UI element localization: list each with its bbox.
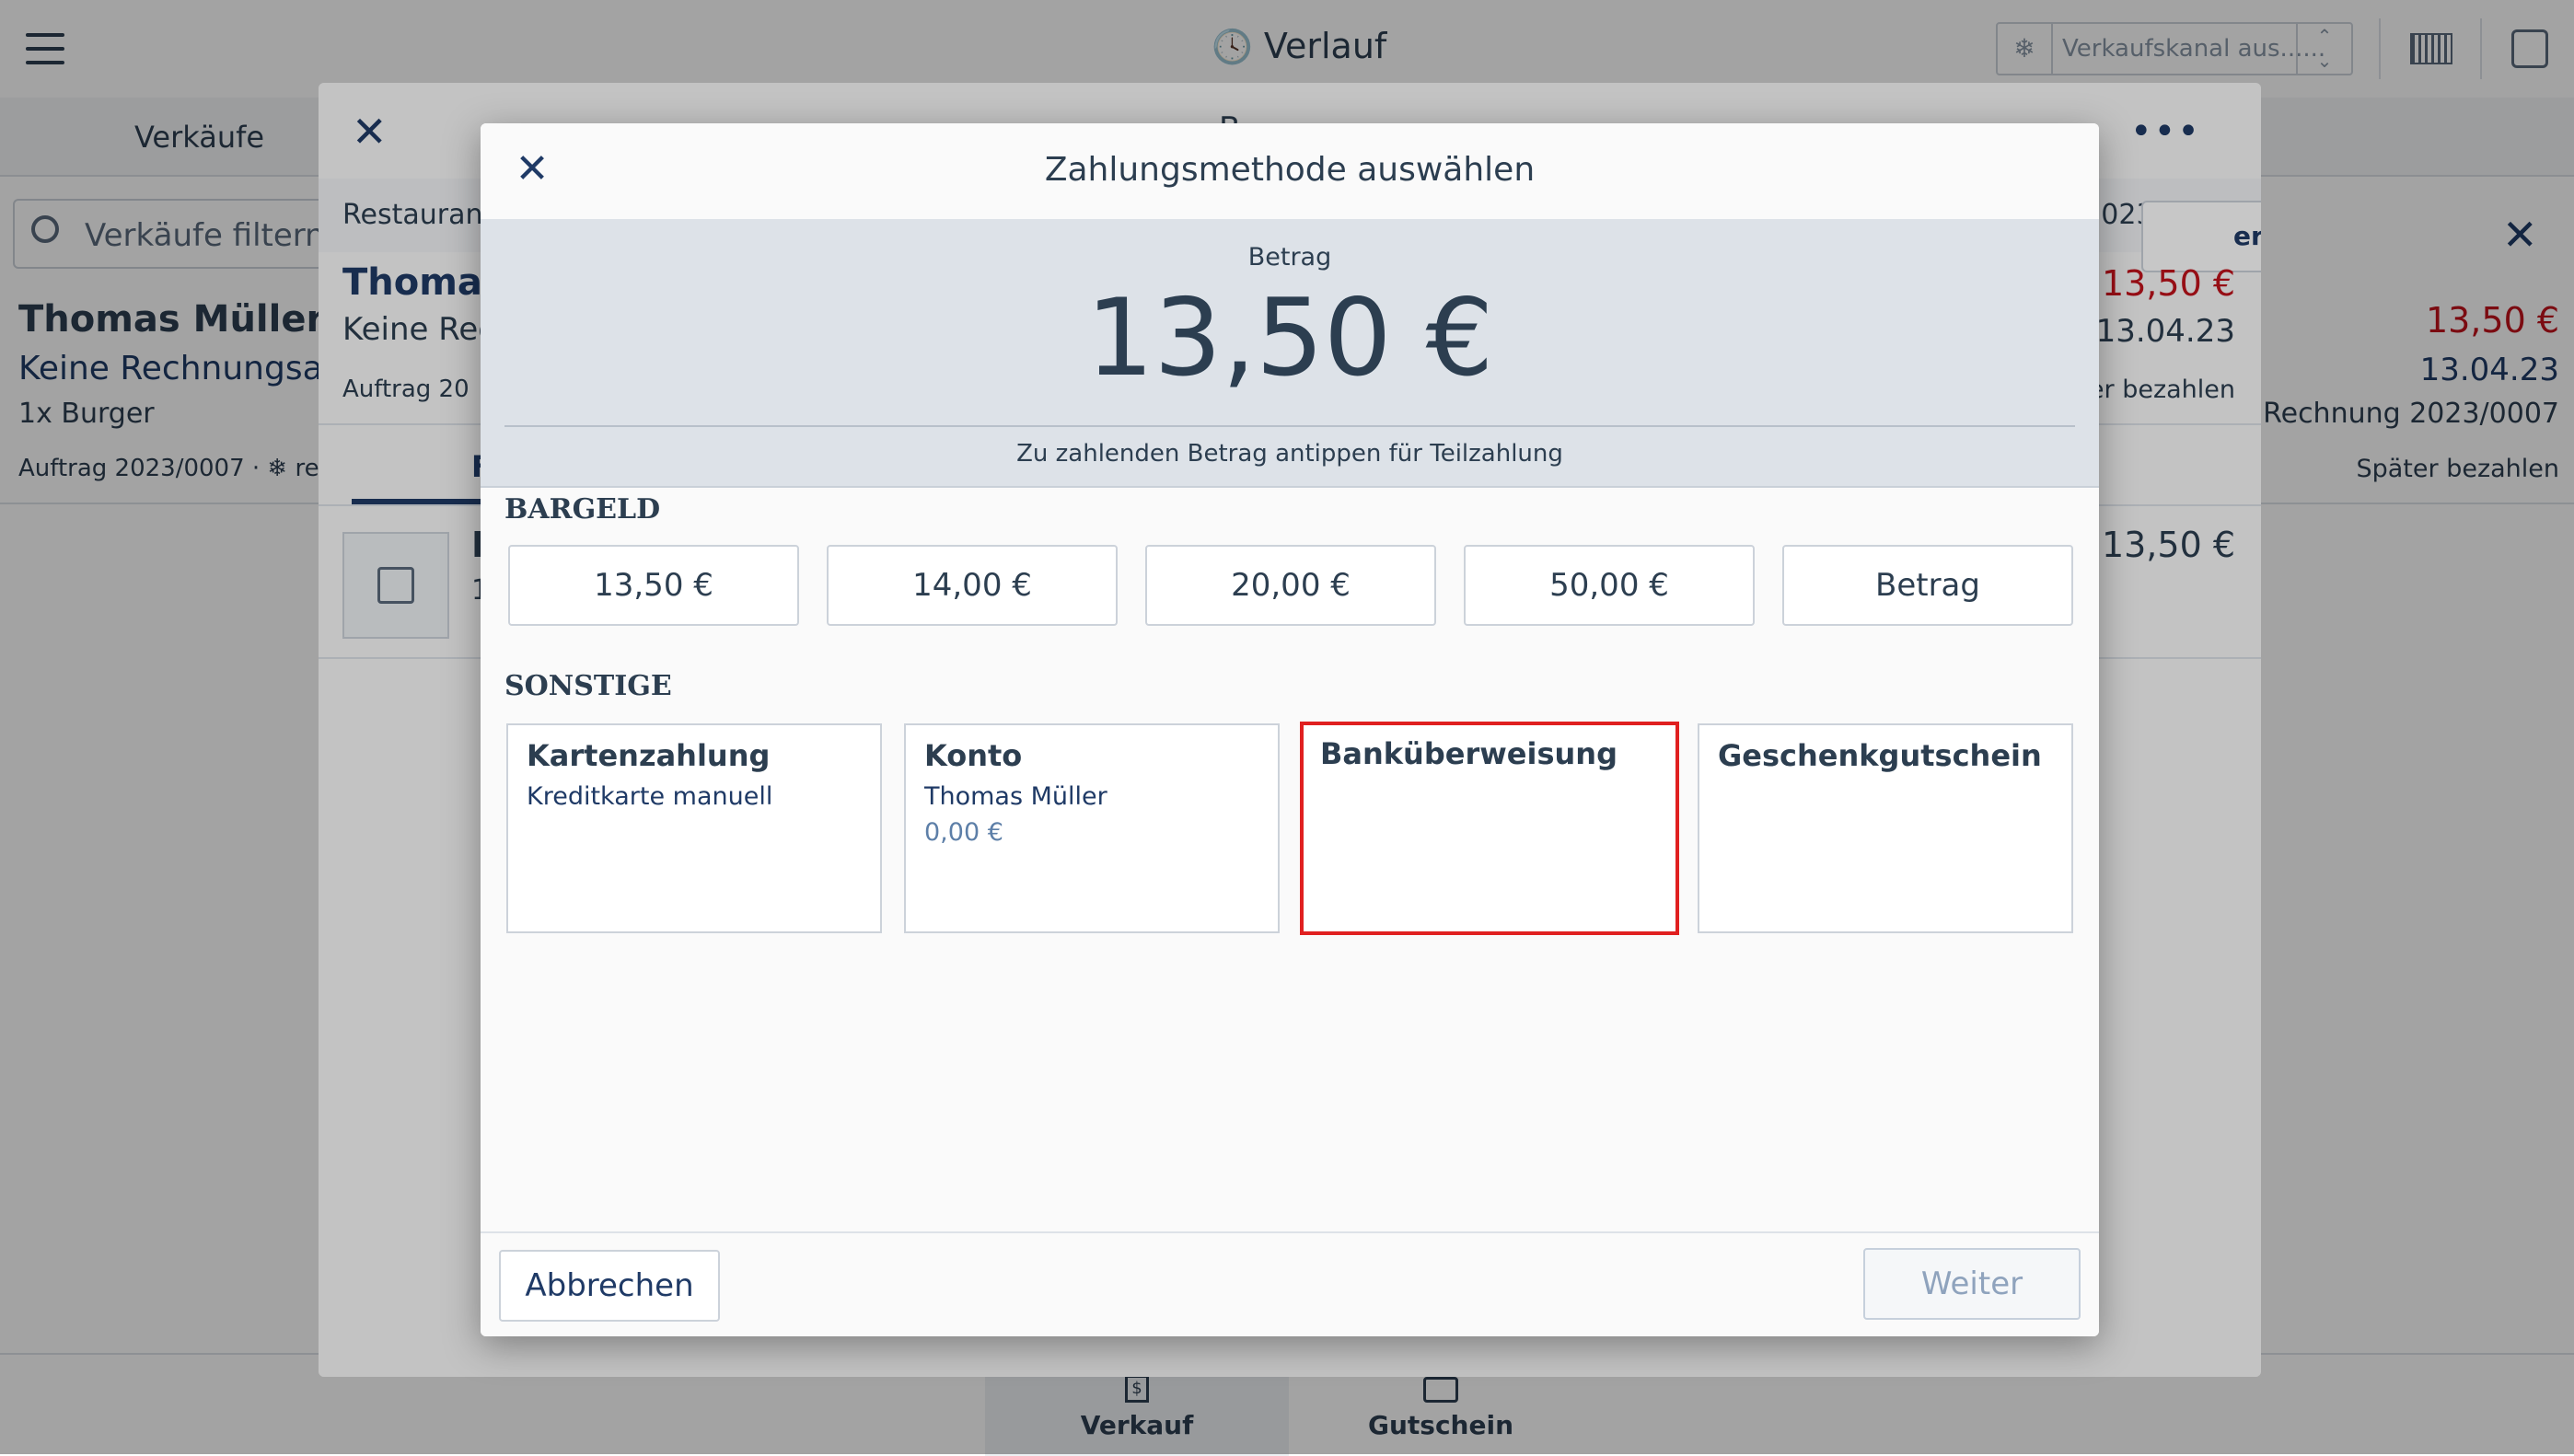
method-title: Geschenkgutschein	[1718, 738, 2042, 773]
payment-method-modal: ✕ Zahlungsmethode auswählen Betrag 13,50…	[481, 123, 2099, 1336]
amount-label: Betrag	[1247, 243, 1332, 272]
modal-title: Zahlungsmethode auswählen	[1044, 151, 1536, 189]
cash-section-title: BARGELD	[504, 493, 661, 526]
cash-custom-amount-button[interactable]: Betrag	[1782, 545, 2073, 626]
modal-footer: Abbrechen Weiter	[481, 1231, 2099, 1336]
method-card-account[interactable]: Konto Thomas Müller 0,00 €	[904, 723, 1280, 933]
method-subtitle: Thomas Müller	[924, 782, 1107, 811]
partial-payment-hint: Zu zahlenden Betrag antippen für Teilzah…	[1016, 440, 1563, 468]
method-title: Banküberweisung	[1320, 736, 1617, 771]
cancel-button[interactable]: Abbrechen	[499, 1250, 720, 1322]
method-title: Konto	[924, 738, 1023, 773]
method-title: Kartenzahlung	[527, 738, 771, 773]
method-subtitle: Kreditkarte manuell	[527, 782, 773, 811]
modal-header: ✕ Zahlungsmethode auswählen	[481, 123, 2099, 221]
next-button[interactable]: Weiter	[1863, 1248, 2081, 1320]
amount-panel[interactable]: Betrag 13,50 € Zu zahlenden Betrag antip…	[481, 221, 2099, 488]
cash-option-button[interactable]: 14,00 €	[827, 545, 1118, 626]
amount-value[interactable]: 13,50 €	[481, 276, 2099, 400]
cash-option-button[interactable]: 50,00 €	[1464, 545, 1755, 626]
method-card-card-payment[interactable]: Kartenzahlung Kreditkarte manuell	[506, 723, 882, 933]
cash-option-button[interactable]: 20,00 €	[1145, 545, 1436, 626]
method-value: 0,00 €	[924, 818, 1003, 847]
method-card-bank-transfer[interactable]: Banküberweisung	[1300, 722, 1679, 935]
method-card-gift-voucher[interactable]: Geschenkgutschein	[1698, 723, 2073, 933]
other-section-title: SONSTIGE	[504, 670, 672, 702]
cash-option-button[interactable]: 13,50 €	[508, 545, 799, 626]
